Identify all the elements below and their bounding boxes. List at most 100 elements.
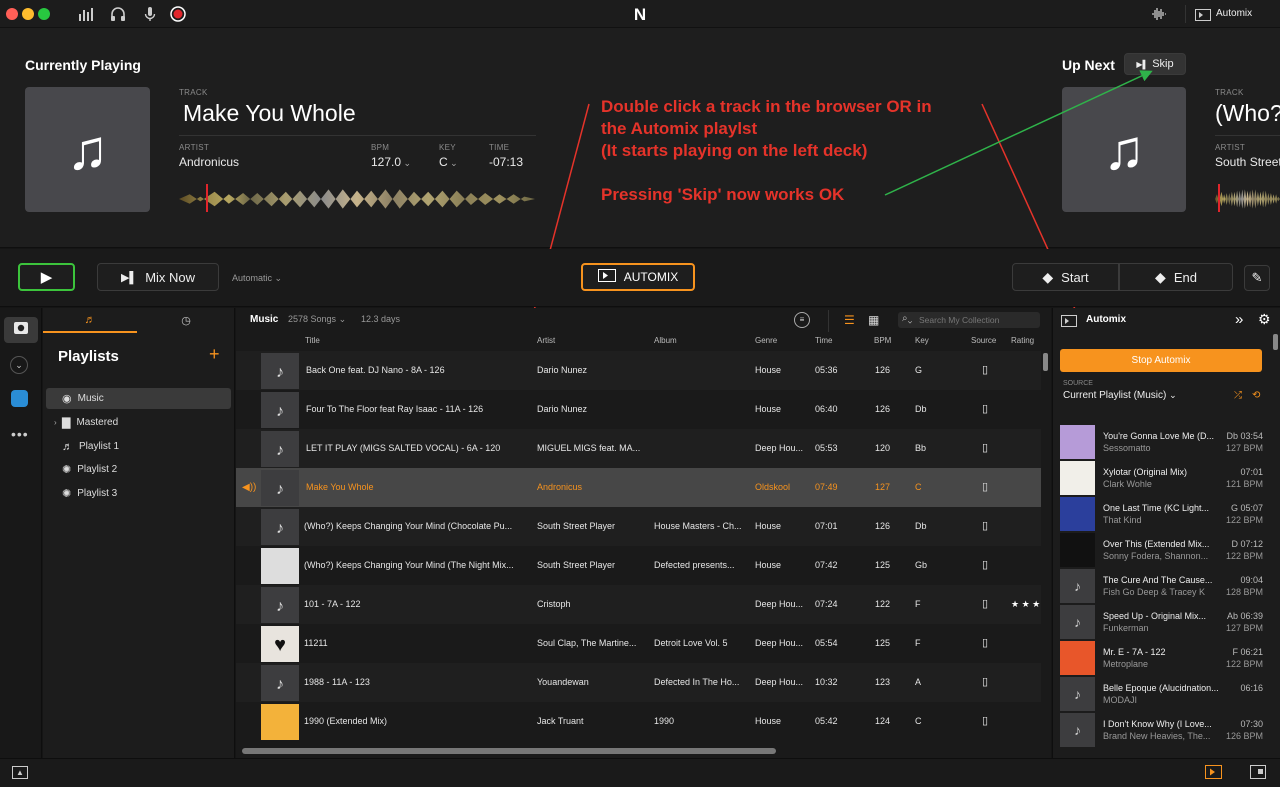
key-value[interactable]: C ⌄ — [439, 155, 458, 169]
sidebar-item-playlist-2[interactable]: ✺ Playlist 2 — [46, 459, 231, 480]
item-key-time: F 06:21 — [1232, 647, 1263, 657]
automix-scrollbar[interactable] — [1273, 334, 1278, 350]
list-view-icon[interactable]: ☰ — [844, 313, 855, 327]
track-artist: Soul Clap, The Martine... — [537, 638, 637, 648]
table-row[interactable]: ♪ 1988 - 11A - 123 Youandewan Defected I… — [236, 663, 1041, 702]
mix-now-button[interactable]: ▶▌ Mix Now — [97, 263, 219, 291]
table-row[interactable]: (Who?) Keeps Changing Your Mind (The Nig… — [236, 546, 1041, 585]
add-playlist-button[interactable]: + — [209, 344, 220, 365]
automix-icon — [597, 269, 616, 285]
library-icon — [13, 321, 29, 340]
library-rail-button[interactable] — [4, 317, 38, 343]
gear-icon[interactable]: ⚙ — [1258, 311, 1271, 328]
source-dropdown[interactable]: Current Playlist (Music) ⌄ — [1063, 390, 1177, 401]
automix-button[interactable]: AUTOMIX — [581, 263, 695, 291]
table-row[interactable]: 1990 (Extended Mix) Jack Truant 1990 Hou… — [236, 702, 1041, 741]
list-item[interactable]: ♪ Speed Up - Original Mix... Funkerman Ab 0… — [1053, 604, 1271, 640]
column-header-artist[interactable]: Artist — [537, 336, 555, 345]
tab-history[interactable]: ◷ — [137, 308, 235, 333]
bpm-value[interactable]: 127.0 ⌄ — [371, 155, 411, 169]
song-count-dropdown[interactable]: 2578 Songs ⌄ — [288, 314, 346, 325]
stop-automix-button[interactable]: Stop Automix — [1060, 349, 1262, 372]
file-source-icon: ▯ — [982, 715, 989, 727]
column-header-source[interactable]: Source — [971, 336, 996, 345]
edit-button[interactable]: ✎ — [1244, 265, 1270, 291]
mix-mode-dropdown[interactable]: Automatic ⌄ — [232, 273, 282, 284]
list-item[interactable]: You're Gonna Love Me (D... Sessomatto Db 0… — [1053, 424, 1271, 460]
zoom-window-button[interactable] — [38, 8, 50, 20]
expand-rail-button[interactable]: ⌄ — [10, 356, 28, 374]
automix-status-icon[interactable] — [1205, 765, 1222, 779]
column-header-genre[interactable]: Genre — [755, 336, 777, 345]
waveform-icon[interactable] — [1151, 6, 1167, 22]
list-item[interactable]: ♪ The Cure And The Cause... Fish Go Deep &… — [1053, 568, 1271, 604]
table-row[interactable]: ♪ 101 - 7A - 122 Cristoph Deep Hou... 07… — [236, 585, 1041, 624]
search-input[interactable]: ⌕⌄ Search My Collection — [898, 312, 1040, 328]
repeat-icon[interactable]: ⟲ — [1252, 390, 1260, 401]
upload-icon[interactable]: ▲ — [12, 766, 28, 779]
track-album: Detroit Love Vol. 5 — [654, 638, 728, 648]
rating-stars[interactable]: ★ ★ ★ — [1011, 585, 1040, 624]
track-artwork: ♪ — [261, 392, 299, 428]
equalizer-icon[interactable] — [78, 6, 94, 22]
headphones-icon[interactable] — [110, 6, 126, 22]
finder-icon[interactable] — [11, 390, 28, 407]
start-button[interactable]: ◆ Start — [1012, 263, 1119, 291]
horizontal-scrollbar[interactable] — [242, 748, 776, 754]
item-title: The Cure And The Cause... — [1103, 575, 1213, 585]
waveform[interactable] — [179, 189, 535, 209]
next-track-title: (Who? — [1215, 100, 1280, 126]
column-header-rating[interactable]: Rating — [1011, 336, 1034, 345]
play-button[interactable]: ▶ — [18, 263, 75, 291]
record-icon[interactable] — [170, 6, 186, 22]
column-header-album[interactable]: Album — [654, 336, 677, 345]
sidebar-item-mastered[interactable]: › ▇ Mastered — [46, 412, 231, 433]
filter-icon[interactable]: ≡ — [794, 312, 810, 328]
track-bpm: 126 — [875, 365, 891, 375]
collapse-panel-icon[interactable]: » — [1235, 311, 1243, 328]
table-row[interactable]: ♪ Four To The Floor feat Ray Isaac - 11A… — [236, 390, 1041, 429]
item-key-time: D 07:12 — [1231, 539, 1263, 549]
list-item[interactable]: ♪ I Don't Know Why (I Love... Brand New He… — [1053, 712, 1271, 748]
list-item[interactable]: Over This (Extended Mix... Sonny Fodera, … — [1053, 532, 1271, 568]
close-window-button[interactable] — [6, 8, 18, 20]
table-row-playing[interactable]: ◀)) ♪ Make You Whole Andronicus Oldskool… — [236, 468, 1041, 507]
skip-button[interactable]: ▶▌ Skip — [1124, 53, 1186, 75]
tab-playlists[interactable]: ♬ — [43, 308, 137, 333]
skip-label: Skip — [1152, 58, 1174, 70]
panel-toggle-icon[interactable] — [1250, 765, 1266, 779]
more-icon[interactable]: ••• — [11, 426, 29, 442]
next-waveform[interactable] — [1215, 189, 1280, 209]
list-item[interactable]: Xylotar (Original Mix) Clark Wohle 07:01 12… — [1053, 460, 1271, 496]
list-item[interactable]: One Last Time (KC Light... That Kind G 05:… — [1053, 496, 1271, 532]
end-button[interactable]: ◆ End — [1119, 263, 1233, 291]
table-row[interactable]: ♪ Back One feat. DJ Nano - 8A - 126 Dari… — [236, 351, 1041, 390]
vertical-scrollbar[interactable] — [1043, 353, 1048, 371]
track-label: TRACK — [179, 88, 208, 97]
list-item[interactable]: ♪ Belle Epoque (Alucidnation... MODAJI 06:1… — [1053, 676, 1271, 712]
table-row[interactable]: ♪ (Who?) Keeps Changing Your Mind (Choco… — [236, 507, 1041, 546]
table-row[interactable]: ♥ 11211 Soul Clap, The Martine... Detroi… — [236, 624, 1041, 663]
minimize-window-button[interactable] — [22, 8, 34, 20]
sidebar-item-music[interactable]: ◉ Music — [46, 388, 231, 409]
column-header-bpm[interactable]: BPM — [874, 336, 891, 345]
table-row[interactable]: ♪ LET IT PLAY (MIGS SALTED VOCAL) - 6A -… — [236, 429, 1041, 468]
grid-view-icon[interactable]: ▦ — [868, 313, 879, 327]
album-art: ♪ — [1060, 605, 1095, 639]
column-header-time[interactable]: Time — [815, 336, 832, 345]
column-header-key[interactable]: Key — [915, 336, 929, 345]
file-source-icon: ▯ — [982, 481, 989, 493]
sidebar-item-playlist-1[interactable]: ♬ Playlist 1 — [46, 436, 231, 457]
track-artwork: ♪ — [261, 431, 299, 467]
shuffle-icon[interactable]: ⤮ — [1234, 390, 1242, 401]
item-artist: Sessomatto — [1103, 443, 1151, 453]
item-bpm: 122 BPM — [1225, 551, 1263, 561]
column-header-title[interactable]: Title — [305, 336, 320, 345]
track-artist: Dario Nunez — [537, 404, 588, 414]
music-note-icon: ♪ — [276, 520, 284, 537]
sidebar-item-playlist-3[interactable]: ✺ Playlist 3 — [46, 483, 231, 504]
microphone-icon[interactable] — [142, 6, 158, 22]
list-item[interactable]: Mr. E - 7A - 122 Metroplane F 06:21 122 BPM — [1053, 640, 1271, 676]
output-label[interactable]: Automix — [1216, 8, 1252, 19]
track-title: 1990 (Extended Mix) — [304, 716, 388, 726]
